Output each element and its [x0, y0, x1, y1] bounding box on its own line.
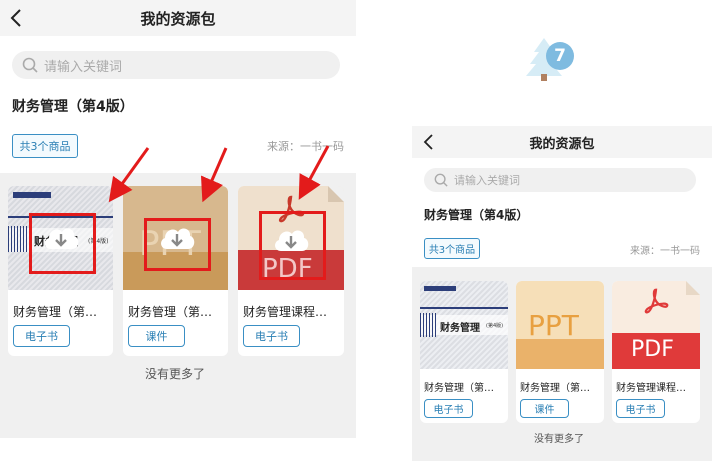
- search-icon: [434, 173, 448, 187]
- badge-number: 7: [554, 46, 566, 66]
- ebook-cover-title: 财务管理: [440, 323, 480, 334]
- pdf-cover: PDF: [612, 281, 700, 369]
- left-screen: 我的资源包 请输入关键词 财务管理（第4版） 共3个商品 来源：一书一码 财务管…: [0, 0, 356, 461]
- book-title: 财务管理（第4版）: [424, 208, 529, 222]
- tree-badge-icon: 7: [524, 36, 580, 84]
- annotation-arrow: [200, 147, 228, 203]
- back-arrow-icon[interactable]: [423, 134, 433, 150]
- annotation-arrow: [298, 145, 330, 200]
- acrobat-logo-icon: [644, 288, 669, 314]
- resource-name: 财务管理（第…: [520, 383, 590, 394]
- ebook-cover-edition: (第4版): [486, 323, 504, 329]
- resource-card[interactable]: PPT 财务管理（第… 课件: [516, 281, 604, 423]
- annotation-arrow: [108, 147, 150, 203]
- no-more-label: 没有更多了: [534, 434, 584, 445]
- pdf-cover-text: PDF: [631, 337, 674, 362]
- right-screen: 我的资源包 请输入关键词 财务管理（第4版） 共3个商品 来源：一书一码 财务管…: [412, 126, 712, 461]
- tag-button[interactable]: 电子书: [616, 399, 665, 418]
- page-title: 我的资源包: [529, 136, 595, 152]
- item-count-badge: 共3个商品: [424, 238, 480, 259]
- resource-card[interactable]: PDF 财务管理课程… 电子书: [612, 281, 700, 423]
- annotation-arrows: [108, 145, 330, 203]
- content-area: 财务管理 (第4版) 财务管理（第… 电子书 PPT 财务管理（第… 课件 PD…: [412, 267, 712, 461]
- ebook-cover: 财务管理 (第4版): [420, 281, 508, 369]
- tag-button[interactable]: 课件: [520, 399, 569, 418]
- ppt-cover-text: PPT: [528, 309, 579, 342]
- top-bar: 我的资源包: [412, 126, 712, 158]
- search-input[interactable]: 请输入关键词: [424, 168, 696, 192]
- resource-card[interactable]: 财务管理 (第4版) 财务管理（第… 电子书: [420, 281, 508, 423]
- source-label: 来源：一书一码: [630, 246, 700, 257]
- resource-name: 财务管理课程…: [616, 383, 686, 394]
- tag-button[interactable]: 电子书: [424, 399, 473, 418]
- resource-name: 财务管理（第…: [424, 383, 494, 394]
- search-placeholder: 请输入关键词: [454, 174, 520, 187]
- ppt-cover: PPT: [516, 281, 604, 369]
